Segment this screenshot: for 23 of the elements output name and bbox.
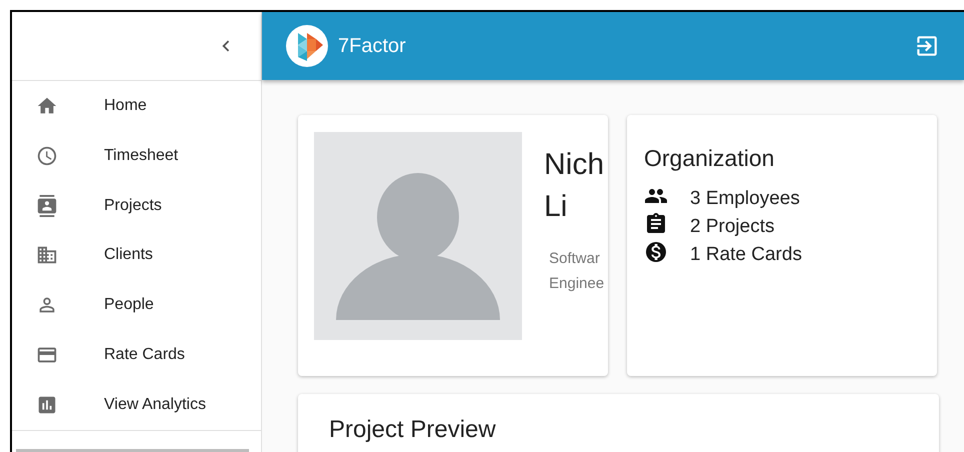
sidebar-item[interactable]: Timesheet (12, 130, 261, 181)
sidebar-item[interactable]: Rate Cards (12, 330, 261, 380)
stat-label: 1 Rate Cards (690, 244, 802, 266)
sidebar-item[interactable]: Home (12, 80, 261, 131)
bar-chart-icon (36, 394, 58, 416)
sidebar-item[interactable]: View Analytics (12, 380, 261, 430)
sidebar-item[interactable]: Projects (12, 180, 261, 230)
logo-icon (286, 25, 328, 67)
building-icon (36, 244, 58, 266)
sidebar-item[interactable]: Clients (12, 230, 261, 280)
clock-icon (36, 144, 58, 167)
clipboard-icon (644, 212, 668, 236)
profile-job-title: Softwar Enginee (549, 249, 604, 294)
stat-label: 3 Employees (690, 188, 800, 210)
dollar-icon (644, 240, 668, 264)
stat-label: 2 Projects (690, 216, 774, 238)
sidebar-item[interactable]: People (12, 280, 261, 330)
brand-name: 7Factor (338, 34, 407, 58)
card-title: Organization (644, 145, 776, 172)
card-title: Project Preview (329, 416, 496, 443)
contact-card-icon (36, 194, 58, 217)
profile-name: Nich Li (544, 147, 604, 225)
avatar-icon (314, 132, 522, 340)
